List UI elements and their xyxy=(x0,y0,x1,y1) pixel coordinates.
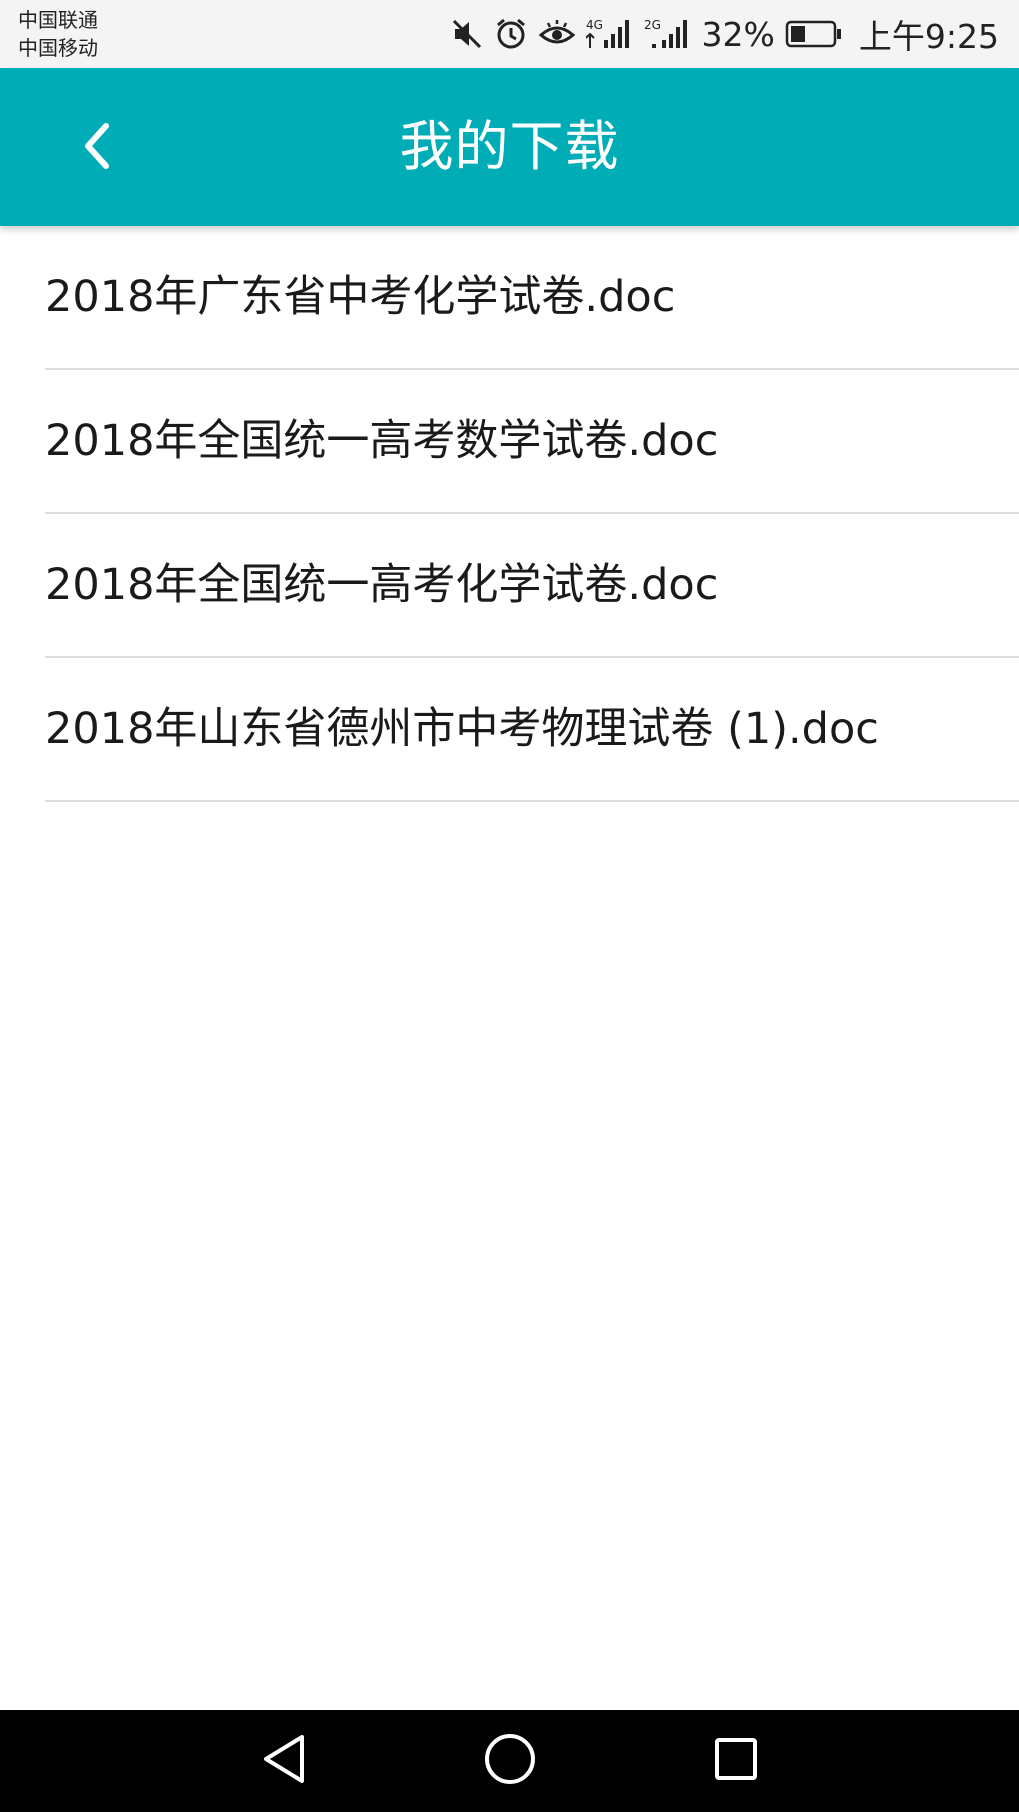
system-nav-bar xyxy=(0,1710,1019,1812)
status-bar: 中国联通 中国移动 4G 2G 32% 上午9:25 xyxy=(0,0,1019,68)
recents-square-icon xyxy=(710,1733,762,1789)
file-name: 2018年山东省德州市中考物理试卷 (1).doc xyxy=(45,704,879,754)
file-name: 2018年广东省中考化学试卷.doc xyxy=(45,272,676,322)
signal-2g-icon: 2G xyxy=(644,16,692,52)
battery-icon xyxy=(785,19,843,49)
mute-icon xyxy=(450,17,484,51)
home-circle-icon xyxy=(482,1731,538,1791)
divider xyxy=(45,800,1019,802)
status-clock: 上午9:25 xyxy=(858,17,999,56)
eye-comfort-icon xyxy=(538,17,576,51)
nav-home-button[interactable] xyxy=(462,1713,558,1809)
file-name: 2018年全国统一高考数学试卷.doc xyxy=(45,416,719,466)
file-name: 2018年全国统一高考化学试卷.doc xyxy=(45,560,719,610)
status-icons: 4G 2G 32% 上午9:25 xyxy=(450,0,999,68)
nav-recents-button[interactable] xyxy=(688,1713,784,1809)
alarm-icon xyxy=(494,17,528,51)
signal-4g-icon: 4G xyxy=(585,16,634,52)
app-bar: 我的下载 xyxy=(0,68,1019,226)
carrier-2-label: 中国移动 xyxy=(18,36,98,60)
list-item[interactable]: 2018年广东省中考化学试卷.doc xyxy=(0,226,1019,370)
signal-2g-label: 2G xyxy=(644,18,661,32)
download-screen: 中国联通 中国移动 4G 2G 32% 上午9:25 我的下载 2018年广东省… xyxy=(0,0,1019,1812)
list-item[interactable]: 2018年全国统一高考化学试卷.doc xyxy=(0,514,1019,658)
download-list: 2018年广东省中考化学试卷.doc 2018年全国统一高考数学试卷.doc 2… xyxy=(0,226,1019,802)
signal-4g-label: 4G xyxy=(586,18,603,32)
list-item[interactable]: 2018年全国统一高考数学试卷.doc xyxy=(0,370,1019,514)
list-item[interactable]: 2018年山东省德州市中考物理试卷 (1).doc xyxy=(0,658,1019,802)
back-triangle-icon xyxy=(258,1731,310,1791)
nav-back-button[interactable] xyxy=(236,1713,332,1809)
page-title: 我的下载 xyxy=(399,115,620,178)
carrier-info: 中国联通 中国移动 xyxy=(18,6,98,62)
battery-percent: 32% xyxy=(701,14,775,54)
carrier-1-label: 中国联通 xyxy=(18,8,98,32)
